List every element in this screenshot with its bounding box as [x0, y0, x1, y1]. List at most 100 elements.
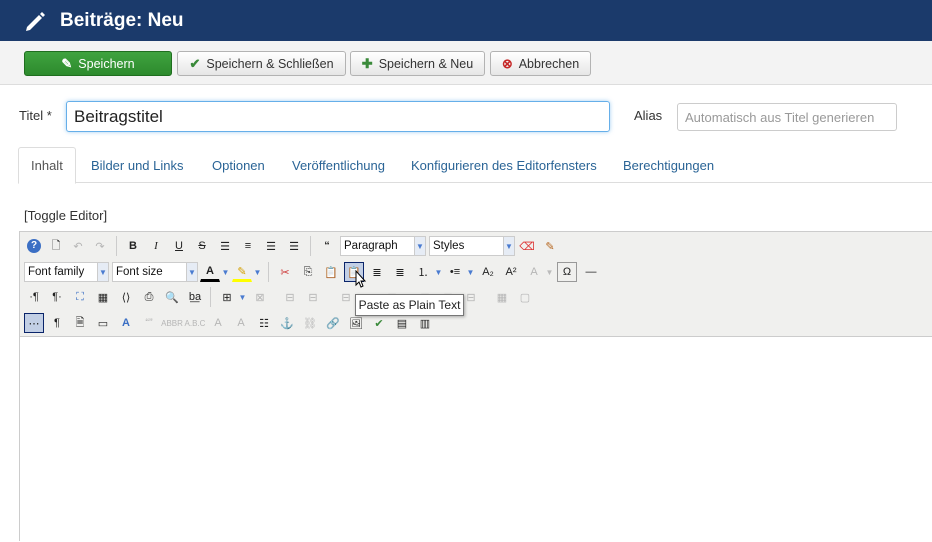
copy-icon[interactable]: ⎘ — [298, 262, 318, 282]
print-icon[interactable]: ⎙ — [139, 287, 159, 307]
anchor-disabled-icon[interactable]: A — [524, 262, 544, 282]
chevron-down-icon[interactable]: ▼ — [545, 262, 554, 282]
chevron-down-icon[interactable]: ▼ — [238, 287, 247, 307]
paste-word-icon[interactable]: ≣ — [367, 262, 387, 282]
superscript-icon[interactable]: A² — [501, 262, 521, 282]
row-props-icon[interactable]: ⊟ — [336, 287, 356, 307]
delete-col-icon[interactable]: ⊟ — [461, 287, 481, 307]
cut-icon[interactable]: ✂ — [275, 262, 295, 282]
split-cells-icon[interactable]: ▢ — [515, 287, 535, 307]
cite-icon[interactable]: “” — [139, 313, 159, 333]
redo-icon[interactable]: ↷ — [90, 236, 110, 256]
horizontal-rule-icon[interactable]: — — [581, 262, 601, 282]
del-icon[interactable]: A — [208, 313, 228, 333]
styles-select[interactable]: Styles ▼ — [429, 236, 515, 256]
cancel-button[interactable]: ⊗ Abbrechen — [490, 51, 591, 76]
template-icon[interactable]: ▦ — [93, 287, 113, 307]
highlight-icon[interactable]: ✎ — [232, 262, 252, 282]
alias-input[interactable]: Automatisch aus Titel generieren — [677, 103, 897, 131]
tab-editorfenster[interactable]: Konfigurieren des Editorfensters — [411, 147, 597, 183]
acronym-icon[interactable]: A.B.C — [185, 313, 206, 333]
paste-icon[interactable]: 📋 — [321, 262, 341, 282]
editor-content-area[interactable] — [20, 337, 932, 542]
save-new-button[interactable]: ✚ Speichern & Neu — [350, 51, 485, 76]
delete-table-icon[interactable]: ⊠ — [250, 287, 270, 307]
tab-optionen[interactable]: Optionen — [212, 147, 265, 183]
attributes-icon[interactable]: ☷ — [254, 313, 274, 333]
row-after-icon[interactable]: ⊟ — [303, 287, 323, 307]
cancel-button-label: Abbrechen — [518, 56, 580, 71]
italic-icon[interactable]: I — [146, 236, 166, 256]
undo-icon[interactable]: ↶ — [68, 236, 88, 256]
font-family-value: Font family — [28, 266, 85, 278]
merge-cells-icon[interactable]: ▦ — [492, 287, 512, 307]
spellcheck-icon[interactable]: ✔ — [369, 313, 389, 333]
separator — [210, 287, 211, 307]
search-icon[interactable]: 🔍 — [162, 287, 182, 307]
save-button[interactable]: ✎ Speichern — [24, 51, 172, 76]
tab-bilder-und-links[interactable]: Bilder und Links — [91, 147, 184, 183]
code-icon[interactable]: ⟨⟩ — [116, 287, 136, 307]
align-justify-icon[interactable]: ☰ — [215, 236, 235, 256]
chevron-down-icon[interactable]: ▼ — [466, 262, 475, 282]
numbered-list-icon[interactable]: ⒈ — [413, 262, 433, 282]
fullscreen-icon[interactable]: ⛶ — [70, 287, 90, 307]
tab-inhalt[interactable]: Inhalt — [18, 147, 76, 184]
chevron-down-icon[interactable]: ▼ — [221, 262, 230, 282]
title-label: Titel * — [19, 108, 52, 123]
style-props-icon[interactable]: A — [116, 313, 136, 333]
unlink-icon[interactable]: ⛓ — [300, 313, 320, 333]
subscript-icon[interactable]: A₂ — [478, 262, 498, 282]
page-title: Beiträge: Neu — [60, 9, 184, 31]
format-select[interactable]: Paragraph ▼ — [340, 236, 426, 256]
link-icon[interactable]: 🔗 — [323, 313, 343, 333]
font-family-select[interactable]: Font family ▼ — [24, 262, 109, 282]
show-blocks-icon[interactable]: ¶ — [47, 313, 67, 333]
insert-layer-icon[interactable]: ▭ — [93, 313, 113, 333]
ltr-icon[interactable]: ·¶ — [24, 287, 44, 307]
strikethrough-icon[interactable]: S — [192, 236, 212, 256]
align-right-icon[interactable]: ☰ — [284, 236, 304, 256]
align-center-icon[interactable]: ≡ — [238, 236, 258, 256]
new-document-icon[interactable]: 🗋 — [46, 236, 66, 256]
page-break-icon[interactable]: ▤ — [392, 313, 412, 333]
ins-icon[interactable]: A — [231, 313, 251, 333]
eraser-icon[interactable]: ⌫ — [517, 236, 537, 256]
tooltip: Paste as Plain Text — [355, 294, 464, 316]
cleanup-broom-icon[interactable]: ✎ — [540, 236, 560, 256]
cancel-icon: ⊗ — [501, 55, 513, 71]
action-toolbar: ✎ Speichern ✔ Speichern & Schließen ✚ Sp… — [0, 41, 932, 85]
abbr-icon[interactable]: ABBR — [161, 313, 183, 333]
toggle-editor-link[interactable]: [Toggle Editor] — [24, 208, 107, 223]
align-left-icon[interactable]: ☰ — [261, 236, 281, 256]
help-icon[interactable]: ? — [24, 236, 44, 256]
rtl-icon[interactable]: ¶· — [47, 287, 67, 307]
chevron-down-icon: ▼ — [503, 237, 514, 255]
pencil-icon — [26, 11, 45, 31]
bold-icon[interactable]: B — [123, 236, 143, 256]
save-button-label: Speichern — [78, 56, 135, 71]
outdent-icon[interactable]: ≣ — [390, 262, 410, 282]
underline-icon[interactable]: U — [169, 236, 189, 256]
insert-table-icon[interactable]: ⊞ — [217, 287, 237, 307]
row-before-icon[interactable]: ⊟ — [280, 287, 300, 307]
chevron-down-icon[interactable]: ▼ — [253, 262, 262, 282]
text-color-icon[interactable]: A — [200, 262, 220, 282]
editor-toolbar: ? 🗋 ↶ ↷ B I U S ☰ ≡ ☰ ☰ “ Paragraph ▼ St… — [20, 232, 932, 337]
title-input[interactable]: Beitragstitel — [66, 101, 610, 132]
special-char-icon[interactable]: Ω — [557, 262, 577, 282]
save-close-button[interactable]: ✔ Speichern & Schließen — [177, 51, 346, 76]
insert-file-icon[interactable]: 🗎 — [70, 313, 90, 333]
chevron-down-icon: ▼ — [414, 237, 425, 255]
anchor-icon[interactable]: ⚓ — [277, 313, 297, 333]
chevron-down-icon[interactable]: ▼ — [434, 262, 443, 282]
tab-veroeffentlichung[interactable]: Veröffentlichung — [292, 147, 385, 183]
readmore-icon[interactable]: ▥ — [415, 313, 435, 333]
tab-berechtigungen[interactable]: Berechtigungen — [623, 147, 714, 183]
visual-aid-icon[interactable]: ⋯ — [24, 313, 44, 333]
replace-icon[interactable]: b͟a — [185, 287, 205, 307]
bullet-list-icon[interactable]: •≡ — [445, 262, 465, 282]
font-size-select[interactable]: Font size ▼ — [112, 262, 198, 282]
image-icon[interactable]: 🖼 — [346, 313, 366, 333]
blockquote-icon[interactable]: “ — [317, 236, 337, 256]
